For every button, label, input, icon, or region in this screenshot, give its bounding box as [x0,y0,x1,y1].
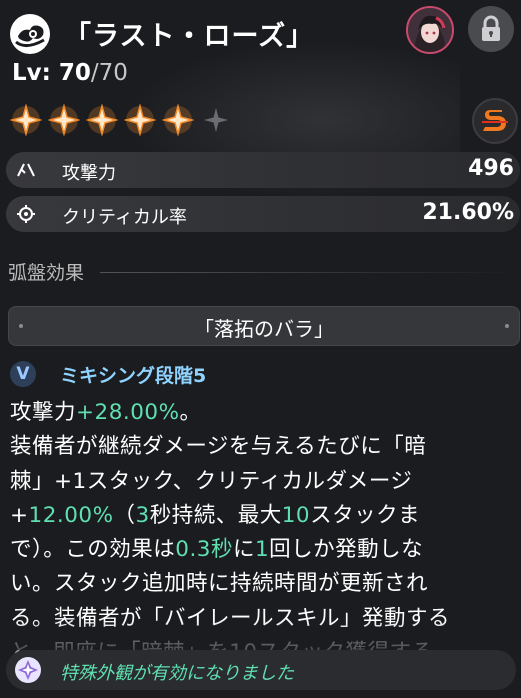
description-text: （ [113,502,136,528]
crit-rate-icon [17,205,35,223]
rating-stars [10,104,232,136]
level-label: Lv: [12,60,59,86]
description-line: 装備者が継続ダメージを与えるたびに「暗 [10,430,518,464]
attack-icon [17,163,35,177]
description-text: に [232,537,255,563]
gem-icon [15,657,41,683]
description-line: 攻撃力+28.00%。 [10,396,518,430]
description-text: 回しか発動しな [269,537,424,563]
highlight-value: 0.3秒 [175,537,233,563]
stat-label: 攻撃力 [62,163,116,184]
level-max: /70 [90,60,128,86]
description-text: + [10,502,29,528]
description-text: 。 [179,400,202,425]
star-filled-icon [48,104,80,136]
avatar-portrait [408,8,452,52]
highlight-value: 3 [135,502,150,528]
stat-label: クリティカル率 [62,207,187,228]
star-empty-icon [204,108,228,132]
description-line: い。スタック追加時に持続時間が更新され [10,567,518,601]
level-current: 70 [58,60,91,86]
s-rank-badge-icon [482,110,508,131]
highlight-value: 10 [281,502,311,528]
star-filled-icon [10,104,42,136]
description-text: 攻撃力 [10,400,77,425]
stat-row-attack: 攻撃力 496 [6,152,520,188]
level-display: Lv: 70/70 [12,60,128,86]
special-appearance-text: 特殊外観が有効になりました [60,663,294,684]
description-line: で）。この効果は0.3秒に1回しか発動しな [10,533,518,567]
description-text: スタックま [310,502,421,528]
lock-icon [482,15,500,41]
star-filled-icon [162,104,194,136]
item-title: 「ラスト・ローズ」 [64,21,315,52]
scroll-fade [0,620,521,650]
rarity-badge [472,98,518,144]
character-avatar[interactable] [406,6,454,54]
special-appearance-bar: 特殊外観が有効になりました [6,650,516,690]
mixing-stage-label: ミキシング段階5 [60,365,207,387]
stat-value: 21.60% [422,200,514,225]
stat-row-crit: クリティカル率 21.60% [6,196,520,232]
stat-value: 496 [468,156,514,181]
description-line: 棘」+1スタック、クリティカルダメージ [10,465,518,499]
description-text: 秒持続、最大 [149,502,282,528]
description-text: で）。この効果は [10,537,176,563]
description-text: 装備者が継続ダメージを与えるたびに「暗 [10,434,427,460]
description-text: い。スタック追加時に持続時間が更新され [10,571,429,597]
section-divider [100,272,521,273]
star-filled-icon [124,104,156,136]
section-title: 弧盤効果 [8,262,85,284]
effect-name-box: 「落拓のバラ」 [8,306,520,346]
v-badge: V [10,361,36,387]
highlight-value: 1 [254,537,270,563]
description-line: +12.00%（3秒持続、最大10スタックま [10,499,518,533]
cloud-emblem-icon [10,14,50,54]
description-text: 棘」+1スタック、クリティカルダメージ [10,468,413,494]
effect-name: 「落拓のバラ」 [194,317,334,341]
lock-button[interactable] [468,6,514,52]
highlight-value: 12.00% [28,502,114,528]
highlight-value: +28.00% [76,400,180,425]
star-filled-icon [86,104,118,136]
